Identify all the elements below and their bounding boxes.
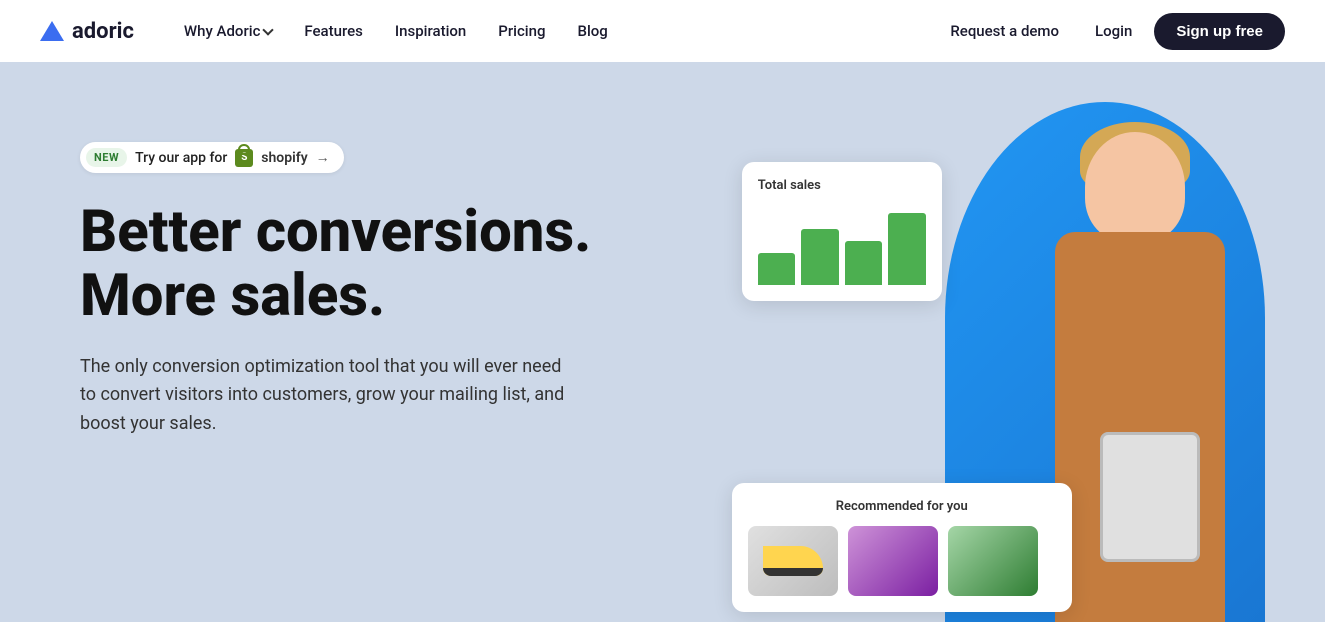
nav-links: Why Adoric Features Inspiration Pricing … — [170, 14, 936, 48]
nav-item-features[interactable]: Features — [290, 14, 376, 48]
shopify-label: shopify — [261, 150, 307, 166]
sales-chart — [758, 205, 926, 285]
nav-item-why-adoric[interactable]: Why Adoric — [170, 14, 286, 48]
shoe-icon — [763, 546, 823, 576]
nav-right: Request a demo Login Sign up free — [936, 13, 1285, 50]
badge-arrow: → — [316, 149, 330, 166]
total-sales-card: Total sales — [742, 162, 942, 301]
nav-item-pricing[interactable]: Pricing — [484, 14, 559, 48]
hero-headline: Better conversions. More sales. — [80, 201, 732, 329]
hero-left-content: NEW Try our app for S shopify → Better c… — [80, 122, 732, 439]
logo-triangle-icon — [40, 21, 64, 41]
hero-section: NEW Try our app for S shopify → Better c… — [0, 62, 1325, 622]
bar-4 — [888, 213, 926, 285]
shopify-bag-icon: S — [235, 149, 253, 167]
hero-subtext: The only conversion optimization tool th… — [80, 353, 580, 439]
total-sales-title: Total sales — [758, 178, 926, 193]
tablet-illustration — [1100, 432, 1200, 562]
request-demo-link[interactable]: Request a demo — [936, 14, 1073, 48]
nav-item-blog[interactable]: Blog — [563, 14, 621, 48]
product-item-2 — [848, 526, 938, 596]
product-list — [748, 526, 1056, 596]
bar-1 — [758, 253, 796, 285]
badge-new-label: NEW — [86, 148, 127, 167]
chevron-down-icon — [263, 24, 274, 35]
login-link[interactable]: Login — [1081, 14, 1146, 48]
product-item-1 — [748, 526, 838, 596]
product-item-3 — [948, 526, 1038, 596]
nav-item-inspiration[interactable]: Inspiration — [381, 14, 480, 48]
person-body — [1055, 232, 1225, 622]
hero-right-visuals: Total sales Recommended for you — [732, 122, 1265, 622]
shopify-badge[interactable]: NEW Try our app for S shopify → — [80, 142, 344, 173]
bar-2 — [801, 229, 839, 285]
navbar: adoric Why Adoric Features Inspiration P… — [0, 0, 1325, 62]
recommended-card: Recommended for you — [732, 483, 1072, 612]
badge-try-text: Try our app for — [135, 150, 227, 166]
bar-3 — [845, 241, 883, 285]
logo-link[interactable]: adoric — [40, 19, 134, 44]
signup-button[interactable]: Sign up free — [1154, 13, 1285, 50]
brand-name: adoric — [72, 19, 134, 44]
recommended-title: Recommended for you — [748, 499, 1056, 514]
person-head — [1085, 132, 1185, 242]
